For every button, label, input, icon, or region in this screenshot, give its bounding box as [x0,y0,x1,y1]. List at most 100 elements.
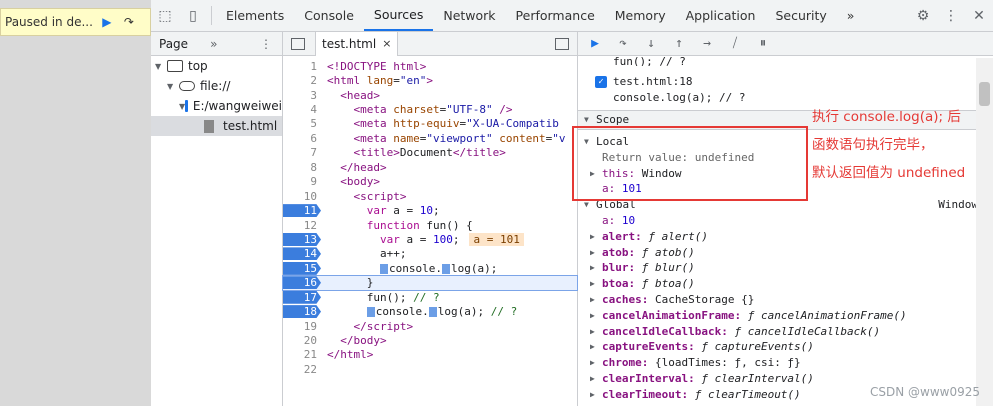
code-line[interactable]: 6 <meta name="viewport" content="v [283,131,577,145]
code-line[interactable]: 22 [283,362,577,376]
code-line[interactable]: 15 console. log(a); [283,261,577,275]
line-number[interactable]: 5 [283,117,321,130]
code-line[interactable]: 13 var a = 100; a = 101 [283,232,577,246]
scrollbar-thumb[interactable] [979,82,990,106]
global-property-row[interactable]: ▶ cancelIdleCallback: ƒ cancelIdleCallbac… [578,323,993,339]
line-number[interactable]: 4 [283,103,321,116]
property-value: ƒ btoa() [641,277,695,291]
code-line[interactable]: 5 <meta http-equiv="X-UA-Compatib [283,117,577,131]
tab-memory[interactable]: Memory [605,0,676,31]
global-property-row[interactable]: ▶ alert: ƒ alert() [578,228,993,244]
code-line[interactable]: 19 </script> [283,319,577,333]
navigator-kebab-icon[interactable]: ⋮ [260,37,272,51]
tab-console[interactable]: Console [294,0,364,31]
line-number[interactable]: 2 [283,74,321,87]
code-line[interactable]: 14 a++; [283,247,577,261]
line-number[interactable]: 20 [283,334,321,347]
code-line[interactable]: 3 <head> [283,88,577,102]
step-over-icon[interactable]: ↷ [614,35,632,53]
breakpoint-line-number[interactable]: 16 [283,276,321,290]
close-icon[interactable]: ✕ [965,0,993,31]
line-number[interactable]: 21 [283,348,321,361]
step-icon[interactable]: → [698,35,716,53]
code-line[interactable]: 11 var a = 10; [283,203,577,218]
tab-sources[interactable]: Sources [363,0,434,31]
code-line[interactable]: 18 console. log(a); // ? [283,304,577,319]
line-number[interactable]: 9 [283,175,321,188]
code-line[interactable]: 21 </html> [283,348,577,362]
code-line[interactable]: 17 fun(); // ? [283,290,577,304]
line-number[interactable]: 1 [283,60,321,73]
breakpoint-line-number[interactable]: 11 [283,204,321,218]
global-property-row[interactable]: ▶ blur: ƒ blur() [578,260,993,276]
breakpoint-item[interactable]: ✓ test.html:18 [578,74,993,90]
breakpoint-line-number[interactable]: 18 [283,305,321,319]
navigator-more-button[interactable]: » [210,37,217,51]
tree-item-file[interactable]: ▼ file:// [151,76,282,96]
breakpoint-line-number[interactable]: 17 [283,290,321,304]
resume-icon[interactable]: ▶ [99,14,115,30]
line-number[interactable]: 10 [283,190,321,203]
line-number[interactable]: 19 [283,320,321,333]
breakpoint-checkbox[interactable]: ✓ [595,75,607,88]
code-line[interactable]: 2 <html lang="en"> [283,73,577,87]
breakpoint-line-number[interactable]: 13 [283,232,321,246]
global-property-row[interactable]: ▶ cancelAnimationFrame: ƒ cancelAnimation… [578,307,993,323]
global-property-row[interactable]: ▶ clearInterval: ƒ clearInterval() [578,371,993,387]
tree-item-top[interactable]: ▼ top [151,56,282,76]
tree-item-test-html[interactable]: test.html [151,116,282,136]
tree-item-folder[interactable]: ▼ E:/wangweiwei [151,96,282,116]
code-line[interactable]: 8 </head> [283,160,577,174]
expand-triangle-icon: ▶ [590,263,595,273]
line-number[interactable]: 12 [283,219,321,232]
code-line[interactable]: 10 <script> [283,189,577,203]
tab-network[interactable]: Network [433,0,505,31]
line-number[interactable]: 6 [283,132,321,145]
line-number[interactable]: 8 [283,161,321,174]
line-number[interactable]: 3 [283,89,321,102]
code-line[interactable]: 1 <!DOCTYPE html> [283,59,577,73]
code-line[interactable]: 4 <meta charset="UTF-8" /> [283,102,577,116]
global-property-row[interactable]: a: 10 [578,213,993,229]
device-toggle-icon[interactable]: ▯ [179,0,207,31]
breakpoint-line-number[interactable]: 14 [283,247,321,261]
tab-application[interactable]: Application [676,0,766,31]
toggle-debugger-icon[interactable] [555,37,569,50]
code-line[interactable]: 7 <title>Document</title> [283,146,577,160]
code-line[interactable]: 12 function fun() { [283,218,577,232]
code-line[interactable]: 9 <body> [283,175,577,189]
global-property-row[interactable]: ▶ btoa: ƒ btoa() [578,276,993,292]
toggle-navigator-icon[interactable] [291,37,305,50]
line-number[interactable]: 7 [283,146,321,159]
more-tabs-button[interactable]: » [837,0,865,31]
code-line[interactable]: 20 </body> [283,333,577,347]
tab-elements[interactable]: Elements [216,0,294,31]
property-value: {loadTimes: ƒ, csi: ƒ} [654,356,801,370]
global-property-row[interactable]: ▶ captureEvents: ƒ captureEvents() [578,339,993,355]
tab-security[interactable]: Security [765,0,836,31]
step-out-icon[interactable]: ↑ [670,35,688,53]
settings-icon[interactable]: ⚙ [909,0,937,31]
step-into-icon[interactable]: ↓ [642,35,660,53]
annotation-line-3: 默认返回值为 undefined [812,165,966,181]
global-property-row[interactable]: ▶ chrome: {loadTimes: ƒ, csi: ƒ} [578,355,993,371]
code-text: <meta charset="UTF-8" /> [353,103,513,117]
editor-file-tab[interactable]: test.html × [315,31,399,56]
deactivate-breakpoints-icon[interactable]: ⧸ [726,35,744,53]
resume-icon[interactable]: ▶ [586,35,604,53]
breakpoint-line-number[interactable]: 15 [283,261,321,275]
kebab-icon[interactable]: ⋮ [937,0,965,31]
global-value: Window [938,198,978,212]
global-property-row[interactable]: ▶ atob: ƒ atob() [578,244,993,260]
tab-page[interactable]: Page [159,37,188,51]
code-line[interactable]: 16 } [282,274,578,292]
pause-on-exceptions-icon[interactable]: ⏸ [754,35,772,53]
property-value: CacheStorage {} [654,292,755,306]
line-number[interactable]: 22 [283,363,321,376]
step-over-icon[interactable]: ↷ [121,14,137,30]
scrollbar[interactable] [976,58,993,406]
tab-performance[interactable]: Performance [506,0,605,31]
global-property-row[interactable]: ▶ caches: CacheStorage {} [578,292,993,308]
inspect-icon[interactable]: ⬚ [151,0,179,31]
close-tab-icon[interactable]: × [382,37,391,50]
